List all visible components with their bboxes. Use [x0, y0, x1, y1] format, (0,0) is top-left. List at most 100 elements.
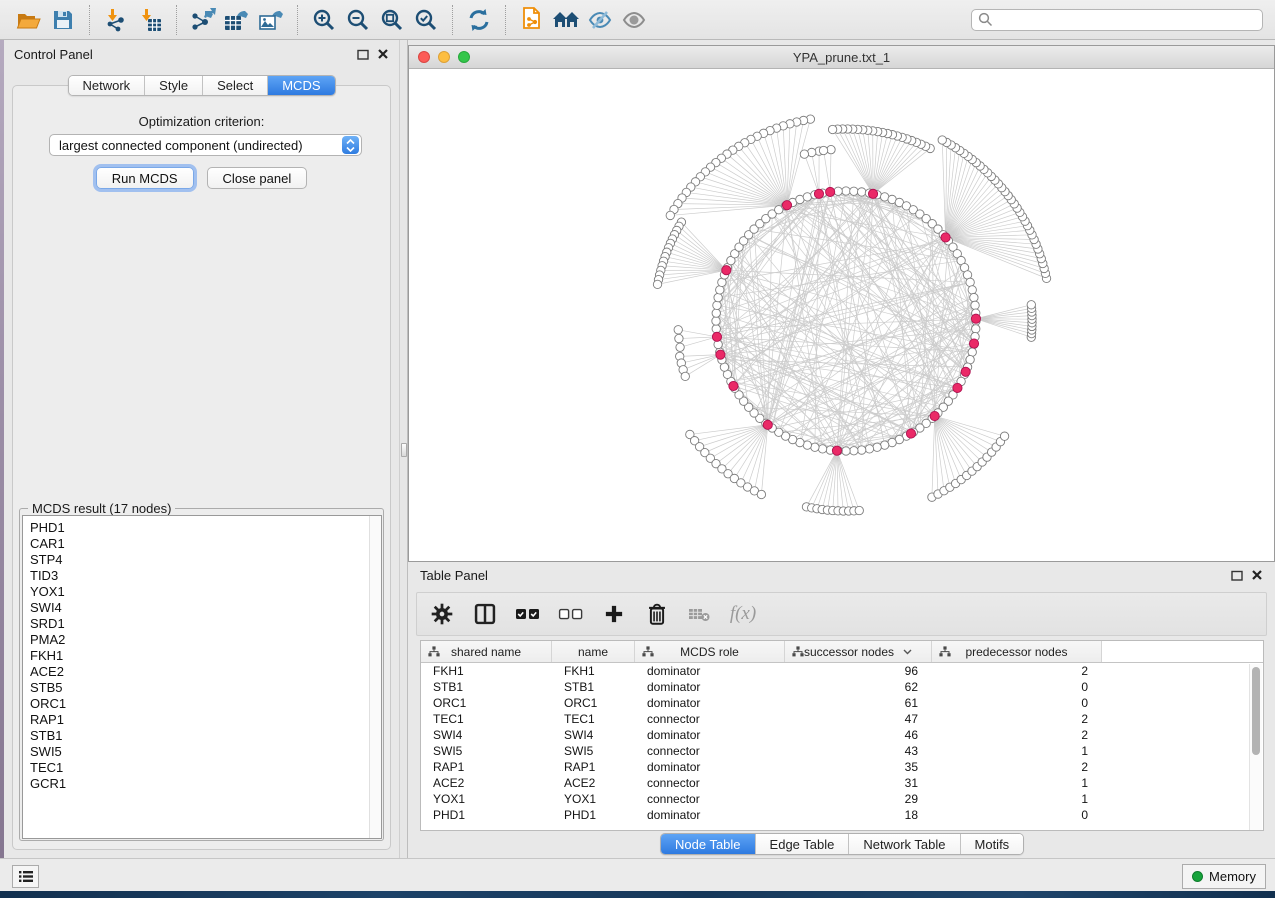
network-mcds-node[interactable]	[722, 266, 731, 275]
network-leaf-node[interactable]	[1000, 432, 1008, 440]
mcds-result-item[interactable]: SWI5	[30, 744, 381, 760]
network-mcds-node[interactable]	[814, 189, 823, 198]
network-canvas[interactable]	[409, 69, 1274, 561]
close-panel-icon[interactable]	[1251, 569, 1263, 581]
mcds-result-list[interactable]: PHD1CAR1STP4TID3YOX1SWI4SRD1PMA2FKH1ACE2…	[22, 515, 382, 839]
refresh-layout-button[interactable]	[462, 4, 496, 36]
network-node[interactable]	[712, 309, 720, 317]
network-leaf-node[interactable]	[666, 211, 674, 219]
network-leaf-node[interactable]	[653, 280, 661, 288]
network-leaf-node[interactable]	[1027, 301, 1035, 309]
network-node[interactable]	[850, 187, 858, 195]
splitter-handle[interactable]	[401, 443, 407, 457]
tab-mcds[interactable]: MCDS	[268, 76, 334, 95]
zoom-selected-button[interactable]	[409, 4, 443, 36]
network-node[interactable]	[850, 447, 858, 455]
network-node[interactable]	[716, 286, 724, 294]
export-image-button[interactable]	[254, 4, 288, 36]
table-row[interactable]: FKH1FKH1dominator962	[421, 663, 1263, 679]
network-mcds-node[interactable]	[832, 446, 841, 455]
table-row[interactable]: PHD1PHD1dominator180	[421, 807, 1263, 823]
network-leaf-node[interactable]	[828, 125, 836, 133]
create-column-button[interactable]	[601, 601, 627, 627]
mcds-result-item[interactable]: TEC1	[30, 760, 381, 776]
network-mcds-node[interactable]	[906, 429, 915, 438]
network-node[interactable]	[865, 445, 873, 453]
table-scrollbar[interactable]	[1249, 664, 1262, 830]
network-mcds-node[interactable]	[971, 314, 980, 323]
network-mcds-node[interactable]	[729, 381, 738, 390]
table-row[interactable]: YOX1YOX1connector291	[421, 791, 1263, 807]
mcds-result-item[interactable]: TID3	[30, 568, 381, 584]
close-panel-button[interactable]: Close panel	[207, 167, 308, 189]
float-panel-icon[interactable]	[357, 49, 369, 60]
network-node[interactable]	[968, 348, 976, 356]
delete-column-button[interactable]	[644, 601, 670, 627]
network-node[interactable]	[857, 188, 865, 196]
network-mcds-node[interactable]	[961, 367, 970, 376]
column-header-name[interactable]: name	[552, 641, 635, 662]
mcds-result-item[interactable]: STB5	[30, 680, 381, 696]
tab-node-table[interactable]: Node Table	[661, 834, 756, 854]
network-mcds-node[interactable]	[868, 189, 877, 198]
table-row[interactable]: SWI5SWI5connector431	[421, 743, 1263, 759]
network-mcds-node[interactable]	[763, 420, 772, 429]
save-session-button[interactable]	[46, 4, 80, 36]
mcds-result-item[interactable]: PMA2	[30, 632, 381, 648]
tab-style[interactable]: Style	[145, 76, 203, 95]
network-leaf-node[interactable]	[855, 506, 863, 514]
network-window-titlebar[interactable]: YPA_prune.txt_1	[409, 46, 1274, 69]
export-network-button[interactable]	[186, 4, 220, 36]
network-node[interactable]	[971, 301, 979, 309]
table-scrollbar-thumb[interactable]	[1252, 667, 1260, 755]
tab-network[interactable]: Network	[68, 76, 145, 95]
network-leaf-node[interactable]	[757, 490, 765, 498]
network-node[interactable]	[713, 301, 721, 309]
first-neighbors-button[interactable]	[549, 4, 583, 36]
float-panel-icon[interactable]	[1231, 570, 1243, 581]
column-header-shared-name[interactable]: shared name	[421, 641, 552, 662]
table-row[interactable]: TEC1TEC1connector472	[421, 711, 1263, 727]
network-node[interactable]	[873, 443, 881, 451]
network-node[interactable]	[818, 445, 826, 453]
mcds-result-item[interactable]: STB1	[30, 728, 381, 744]
network-mcds-node[interactable]	[826, 187, 835, 196]
network-mcds-node[interactable]	[930, 411, 939, 420]
network-node[interactable]	[972, 325, 980, 333]
network-node[interactable]	[712, 317, 720, 325]
network-leaf-node[interactable]	[675, 334, 683, 342]
mcds-result-item[interactable]: GCR1	[30, 776, 381, 792]
mcds-result-item[interactable]: YOX1	[30, 584, 381, 600]
mcds-result-item[interactable]: ORC1	[30, 696, 381, 712]
mcds-result-item[interactable]: ACE2	[30, 664, 381, 680]
network-node[interactable]	[811, 443, 819, 451]
open-session-button[interactable]	[12, 4, 46, 36]
network-mcds-node[interactable]	[953, 383, 962, 392]
network-node[interactable]	[803, 193, 811, 201]
mcds-result-item[interactable]: SRD1	[30, 616, 381, 632]
search-input[interactable]	[998, 13, 1256, 27]
search-box[interactable]	[971, 9, 1263, 31]
mcds-result-item[interactable]: STP4	[30, 552, 381, 568]
network-mcds-node[interactable]	[712, 332, 721, 341]
new-network-from-selection-button[interactable]	[515, 4, 549, 36]
network-leaf-node[interactable]	[681, 372, 689, 380]
network-node[interactable]	[842, 447, 850, 455]
show-columns-button[interactable]	[472, 601, 498, 627]
network-node[interactable]	[842, 187, 850, 195]
network-node[interactable]	[880, 441, 888, 449]
mcds-result-item[interactable]: FKH1	[30, 648, 381, 664]
mcds-result-item[interactable]: RAP1	[30, 712, 381, 728]
zoom-in-button[interactable]	[307, 4, 341, 36]
import-network-button[interactable]	[99, 4, 133, 36]
network-leaf-node[interactable]	[676, 343, 684, 351]
network-node[interactable]	[857, 446, 865, 454]
mcds-list-scrollbar[interactable]	[369, 516, 381, 838]
mcds-result-item[interactable]: CAR1	[30, 536, 381, 552]
zoom-out-button[interactable]	[341, 4, 375, 36]
column-header-predecessor-nodes[interactable]: predecessor nodes	[932, 641, 1102, 662]
memory-button[interactable]: Memory	[1182, 864, 1266, 889]
network-mcds-node[interactable]	[716, 350, 725, 359]
tab-network-table[interactable]: Network Table	[849, 834, 960, 854]
hide-selected-button[interactable]	[583, 4, 617, 36]
